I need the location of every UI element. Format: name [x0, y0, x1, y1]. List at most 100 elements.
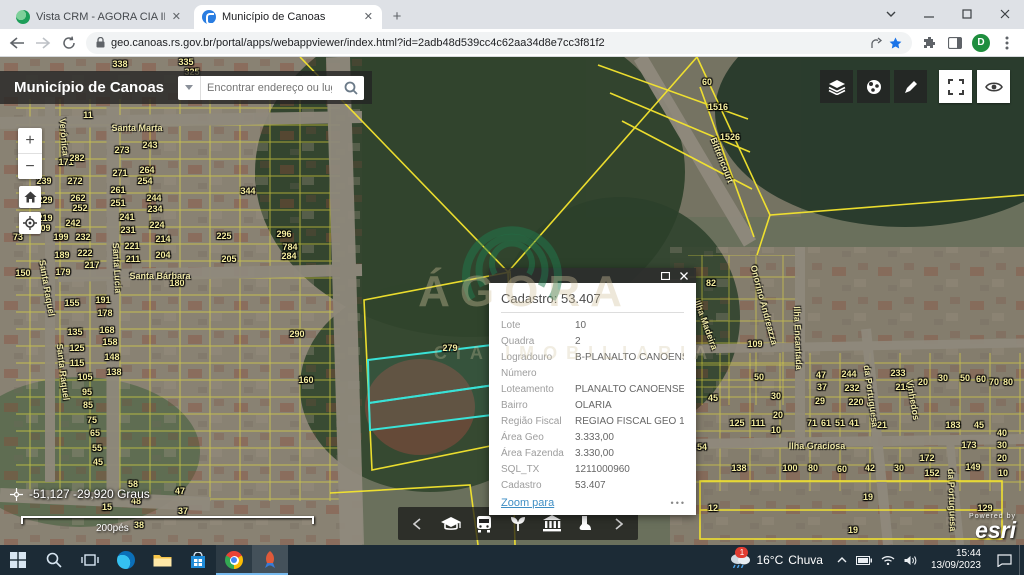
carousel-next-icon[interactable]: [607, 512, 631, 536]
tab-vista-crm[interactable]: Vista CRM - AGORA CIA IMOBILI ✕: [8, 5, 190, 29]
tab-close-icon[interactable]: ✕: [363, 11, 374, 24]
reload-icon[interactable]: [60, 34, 78, 52]
clock-date: 13/09/2023: [931, 560, 981, 572]
popup-close-icon[interactable]: [680, 272, 688, 280]
pinned-app-icon[interactable]: [252, 545, 288, 575]
parcel-label: 129: [977, 503, 992, 513]
popup-field-row: Cadastro53.407: [501, 477, 684, 493]
minimize-button[interactable]: [910, 0, 948, 28]
basemap-gallery-button[interactable]: [857, 70, 890, 103]
menu-dots-icon[interactable]: [998, 34, 1016, 52]
file-explorer-icon[interactable]: [144, 545, 180, 575]
parcel-label: 95: [82, 387, 92, 397]
show-desktop-strip[interactable]: [1019, 545, 1024, 575]
parcel-label: 279: [442, 343, 457, 353]
search-input[interactable]: [201, 82, 338, 94]
tab-municipio-canoas[interactable]: Município de Canoas ✕: [194, 5, 382, 29]
task-view-icon[interactable]: [72, 545, 108, 575]
extensions-icon[interactable]: [920, 34, 938, 52]
parcel-label: 284: [281, 251, 296, 261]
forward-icon[interactable]: [34, 34, 52, 52]
field-value: 3.333,00: [575, 432, 614, 443]
volume-icon[interactable]: [904, 555, 917, 566]
arcgis-favicon: [202, 10, 216, 24]
wifi-icon[interactable]: [881, 555, 895, 565]
parcel-label: 233: [890, 368, 905, 378]
browser-toolbar: geo.canoas.rs.gov.br/portal/apps/webappv…: [0, 29, 1024, 57]
carousel-prev-icon[interactable]: [405, 512, 429, 536]
ms-store-icon[interactable]: [180, 545, 216, 575]
maximize-button[interactable]: [948, 0, 986, 28]
parcel-label: 45: [708, 393, 718, 403]
start-button[interactable]: [0, 545, 36, 575]
parcel-label: 42: [865, 463, 875, 473]
tab-close-icon[interactable]: ✕: [171, 11, 182, 24]
parcel-label: 290: [289, 329, 304, 339]
home-button[interactable]: [19, 186, 41, 208]
parcel-label: 222: [77, 248, 92, 258]
parcel-label: 173: [961, 440, 976, 450]
zoom-out-button[interactable]: −: [18, 154, 42, 179]
draw-pencil-button[interactable]: [894, 70, 927, 103]
boot-icon[interactable]: [573, 512, 597, 536]
address-bar[interactable]: geo.canoas.rs.gov.br/portal/apps/webappv…: [86, 32, 912, 54]
search-box[interactable]: [178, 76, 364, 100]
profile-avatar[interactable]: D: [972, 34, 990, 52]
layers-button[interactable]: [820, 70, 853, 103]
search-source-caret-icon[interactable]: [178, 76, 201, 100]
field-value: B-PLANALTO CANOENSE: [575, 352, 684, 363]
parcel-label: 10: [998, 468, 1008, 478]
battery-icon[interactable]: [856, 556, 872, 565]
popup-more-icon[interactable]: •••: [671, 498, 686, 508]
windows-taskbar: 1 16°C Chuva 15:44 13/09/2023: [0, 545, 1024, 575]
edge-icon[interactable]: [108, 545, 144, 575]
parcel-label: 125: [69, 343, 84, 353]
taskbar-clock[interactable]: 15:44 13/09/2023: [923, 548, 989, 572]
taskbar-search-icon[interactable]: [36, 545, 72, 575]
parcel-label: 243: [142, 140, 157, 150]
parcel-label: 109: [747, 339, 762, 349]
zoom-to-link[interactable]: Zoom para: [501, 497, 554, 509]
weather-widget[interactable]: 1 16°C Chuva: [721, 545, 831, 575]
parcel-label: 179: [55, 267, 70, 277]
field-value: 10: [575, 320, 586, 331]
parcel-label: 244: [146, 193, 161, 203]
popup-maximize-icon[interactable]: [661, 272, 670, 280]
bus-icon[interactable]: [472, 512, 496, 536]
fullscreen-button[interactable]: [939, 70, 972, 103]
parcel-label: 55: [92, 443, 102, 453]
back-icon[interactable]: [8, 34, 26, 52]
popup-titlebar: [489, 268, 696, 283]
field-label: Quadra: [501, 336, 575, 347]
map-canvas[interactable]: 3383353251117123922921920919973282272262…: [0, 57, 1024, 545]
plant-icon[interactable]: [506, 512, 530, 536]
bookmark-star-icon[interactable]: [889, 37, 902, 49]
graduation-cap-icon[interactable]: [439, 512, 463, 536]
parcel-label: 271: [112, 168, 127, 178]
share-icon[interactable]: [870, 37, 883, 49]
field-label: SQL_TX: [501, 464, 575, 475]
parcel-label: 115: [70, 358, 85, 368]
visibility-eye-button[interactable]: [977, 70, 1010, 103]
parcel-label: 149: [965, 462, 980, 472]
street-label: Ilha Graciosa: [789, 441, 846, 451]
search-icon[interactable]: [338, 76, 364, 100]
chrome-icon[interactable]: [216, 545, 252, 575]
close-window-button[interactable]: [986, 0, 1024, 28]
my-location-button[interactable]: [19, 212, 41, 234]
bank-icon[interactable]: [540, 512, 564, 536]
new-tab-button[interactable]: +: [388, 8, 406, 26]
parcel-label: 214: [155, 234, 170, 244]
parcel-label: 29: [815, 396, 825, 406]
parcel-label: 15: [102, 502, 112, 512]
tray-chevron-icon[interactable]: [837, 557, 847, 563]
zoom-in-button[interactable]: +: [18, 128, 42, 154]
action-center-icon[interactable]: [989, 545, 1019, 575]
parcel-label: 50: [960, 373, 970, 383]
parcel-label: 205: [221, 254, 236, 264]
side-panel-icon[interactable]: [946, 34, 964, 52]
url-text[interactable]: geo.canoas.rs.gov.br/portal/apps/webappv…: [111, 37, 864, 49]
tab-title: Município de Canoas: [222, 11, 357, 23]
tab-search-icon[interactable]: [872, 0, 910, 28]
browser-tab-strip: Vista CRM - AGORA CIA IMOBILI ✕ Municípi…: [0, 0, 1024, 29]
